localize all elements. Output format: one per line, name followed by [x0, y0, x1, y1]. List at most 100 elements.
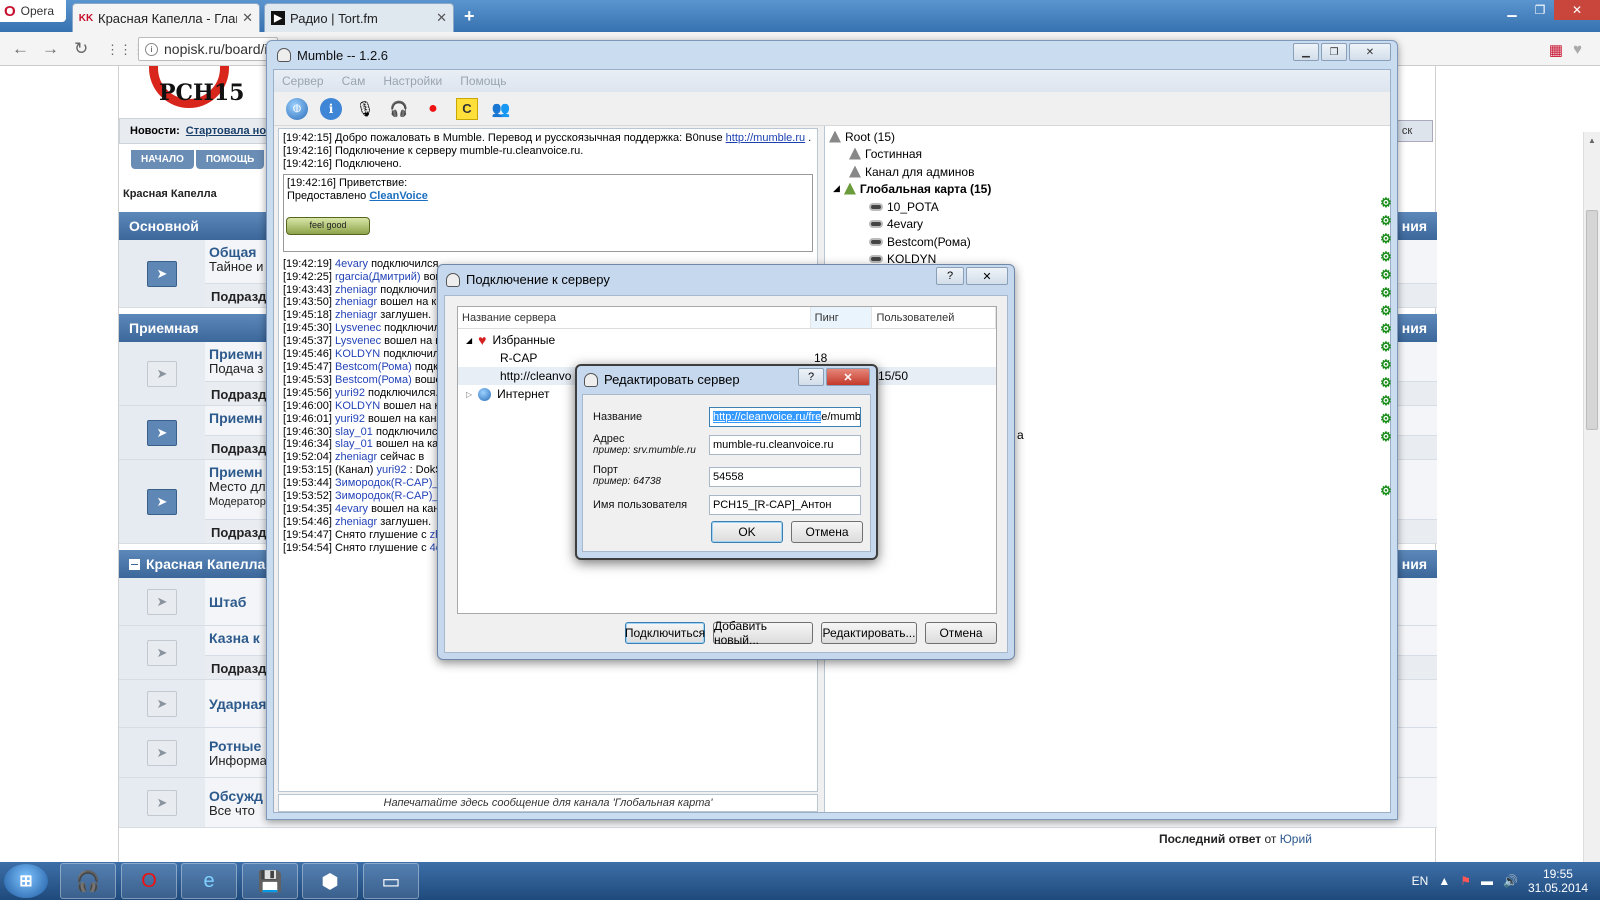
- board-title[interactable]: Ударная: [209, 696, 266, 712]
- column-users[interactable]: Пользователей: [872, 307, 996, 328]
- board-title[interactable]: Приемн: [209, 410, 263, 426]
- log-user-link[interactable]: 4evary: [335, 258, 368, 270]
- record-icon[interactable]: ●: [422, 98, 444, 120]
- menu-server[interactable]: Сервер: [282, 74, 324, 88]
- ok-button[interactable]: OK: [711, 521, 783, 543]
- help-icon[interactable]: ?: [936, 267, 964, 285]
- log-user-link[interactable]: KOLDYN: [335, 400, 380, 412]
- maximize-icon[interactable]: ❐: [1321, 43, 1347, 61]
- log-user-link[interactable]: zheniagr: [335, 451, 377, 463]
- back-icon[interactable]: ←: [12, 39, 29, 59]
- log-user-link[interactable]: Lysvenec: [335, 322, 381, 334]
- menu-self[interactable]: Сам: [342, 74, 366, 88]
- microphone-icon[interactable]: 🎙: [354, 98, 376, 120]
- collapsed-arrow-icon[interactable]: ▷: [466, 390, 472, 399]
- board-title[interactable]: Казна к: [209, 630, 260, 646]
- menu-help[interactable]: Помощь: [460, 74, 506, 88]
- tree-user[interactable]: 10_POTA: [869, 198, 939, 215]
- log-user-link[interactable]: Зимородок(R-CAP)_П: [335, 490, 446, 502]
- log-user-link[interactable]: KOLDYN: [335, 348, 380, 360]
- page-scrollbar[interactable]: ▲ ▼: [1583, 132, 1600, 900]
- close-icon[interactable]: ✕: [1554, 0, 1600, 20]
- add-new-button[interactable]: Добавить новый...: [713, 619, 813, 647]
- nav-help[interactable]: ПОМОЩЬ: [195, 150, 265, 169]
- cancel-button[interactable]: Отмена: [925, 622, 997, 644]
- username-field[interactable]: РСН15_[R-CAP]_Антон: [709, 495, 861, 515]
- clock[interactable]: 19:55 31.05.2014: [1528, 867, 1588, 895]
- tab-close-icon[interactable]: ✕: [436, 10, 447, 26]
- network-icon[interactable]: ▬: [1481, 874, 1493, 888]
- forward-icon[interactable]: →: [42, 39, 59, 59]
- favorites-group[interactable]: ◢ ♥ Избранные: [458, 331, 996, 349]
- close-icon[interactable]: ✕: [966, 267, 1008, 285]
- mumble-title-bar[interactable]: Mumble -- 1.2.6: [267, 41, 1397, 69]
- tree-channel[interactable]: Канал для админов: [849, 163, 974, 180]
- tree-root[interactable]: Root (15): [829, 128, 895, 145]
- close-icon[interactable]: ✕: [826, 368, 870, 386]
- column-server-name[interactable]: Название сервера: [458, 307, 811, 328]
- chat-input[interactable]: Напечатайте здесь сообщение для канала '…: [278, 794, 818, 812]
- log-user-link[interactable]: Bestcom(Рома): [335, 374, 412, 386]
- board-title[interactable]: Приемн: [209, 464, 263, 480]
- scroll-up-icon[interactable]: ▲: [1588, 136, 1596, 145]
- tray-arrow-icon[interactable]: ▲: [1438, 874, 1450, 888]
- info-icon[interactable]: i: [320, 97, 342, 120]
- log-user-link[interactable]: zheniagr: [335, 296, 377, 308]
- url-input[interactable]: i nopisk.ru/board/i: [138, 37, 278, 61]
- browser-tab-active[interactable]: KK Красная Капелла - Главная ✕: [72, 3, 260, 32]
- browser-tab-radio[interactable]: ▶ Радио | Tort.fm ✕: [264, 3, 454, 32]
- column-ping[interactable]: Пинг: [810, 307, 873, 328]
- news-link[interactable]: Стартовала но: [186, 125, 266, 137]
- board-title[interactable]: Обсужд: [209, 788, 263, 804]
- cancel-button[interactable]: Отмена: [791, 521, 863, 543]
- heart-icon[interactable]: ♥: [1573, 41, 1582, 59]
- board-title[interactable]: Ротные: [209, 738, 261, 754]
- log-user-link[interactable]: yuri92: [335, 413, 365, 425]
- log-user-link[interactable]: Lysvenec: [335, 335, 381, 347]
- log-user-link[interactable]: 4evary: [335, 503, 368, 515]
- tab-close-icon[interactable]: ✕: [242, 10, 253, 26]
- log-user-link[interactable]: yuri92: [377, 464, 407, 476]
- headphones-icon[interactable]: 🎧: [388, 98, 410, 120]
- edit-dialog-title-bar[interactable]: Редактировать сервер: [584, 372, 740, 387]
- minimize-icon[interactable]: ▁: [1498, 0, 1526, 20]
- board-title[interactable]: Штаб: [209, 594, 246, 610]
- log-user-link[interactable]: rgarcia(Дмитрий): [335, 271, 421, 283]
- nav-home[interactable]: НАЧАЛО: [131, 150, 194, 169]
- opera-menu-button[interactable]: O Opera: [0, 0, 66, 22]
- flag-icon[interactable]: ⚑: [1460, 874, 1471, 888]
- mumble-link[interactable]: http://mumble.ru: [726, 132, 805, 144]
- breadcrumb[interactable]: Красная Капелла: [123, 188, 217, 200]
- tree-user[interactable]: 4evary: [869, 215, 923, 232]
- connect-button[interactable]: Подключиться: [625, 622, 705, 644]
- tree-channel[interactable]: Гостинная: [849, 145, 922, 162]
- log-user-link[interactable]: slay_01: [335, 438, 373, 450]
- expand-arrow-icon[interactable]: ◢: [833, 183, 840, 194]
- log-user-link[interactable]: slay_01: [335, 426, 373, 438]
- reload-icon[interactable]: ↻: [74, 39, 88, 59]
- minimize-icon[interactable]: ▁: [1293, 43, 1319, 61]
- cleanvoice-link[interactable]: CleanVoice: [369, 190, 428, 202]
- name-field[interactable]: http://cleanvoice.ru/fre e/mumb: [709, 407, 861, 427]
- log-user-link[interactable]: zheniagr: [335, 284, 377, 296]
- globe-icon[interactable]: ◍: [286, 97, 308, 120]
- board-title[interactable]: Приемн: [209, 346, 263, 362]
- board-title[interactable]: Общая: [209, 244, 256, 260]
- close-icon[interactable]: ✕: [1349, 43, 1391, 61]
- help-icon[interactable]: ?: [798, 368, 824, 386]
- new-tab-button[interactable]: +: [464, 6, 475, 27]
- mumble-icon[interactable]: 🎧: [60, 863, 116, 899]
- port-field[interactable]: 54558: [709, 467, 861, 487]
- log-user-link[interactable]: Зимородок(R-CAP)_П: [335, 477, 446, 489]
- notepad-icon[interactable]: ▭: [363, 863, 419, 899]
- collapse-icon[interactable]: [129, 558, 140, 570]
- certificate-icon[interactable]: C: [456, 97, 478, 120]
- expand-arrow-icon[interactable]: ◢: [466, 336, 472, 345]
- opera-icon[interactable]: O: [121, 863, 177, 899]
- volume-icon[interactable]: 🔊: [1503, 874, 1518, 888]
- log-user-link[interactable]: Bestcom(Рома): [335, 361, 412, 373]
- edit-button[interactable]: Редактировать...: [821, 622, 917, 644]
- start-button[interactable]: ⊞: [4, 864, 48, 898]
- save-icon[interactable]: 💾: [242, 863, 298, 899]
- tank-icon[interactable]: ⬢: [302, 863, 358, 899]
